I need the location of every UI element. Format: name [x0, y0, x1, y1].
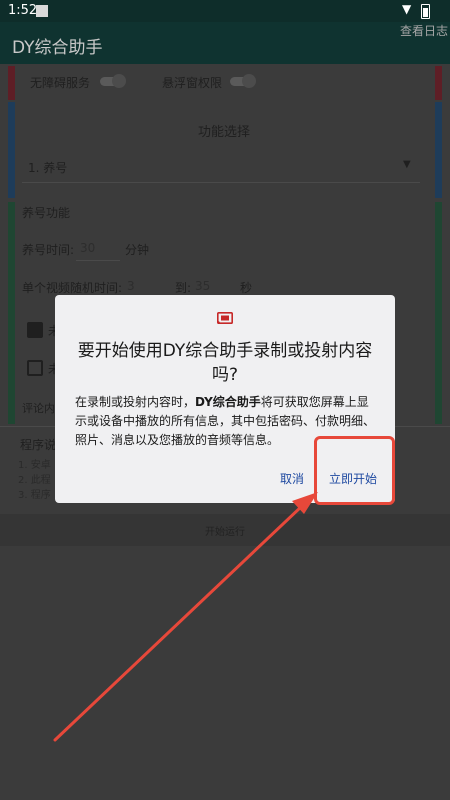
- annotation-arrow-icon: [53, 492, 318, 742]
